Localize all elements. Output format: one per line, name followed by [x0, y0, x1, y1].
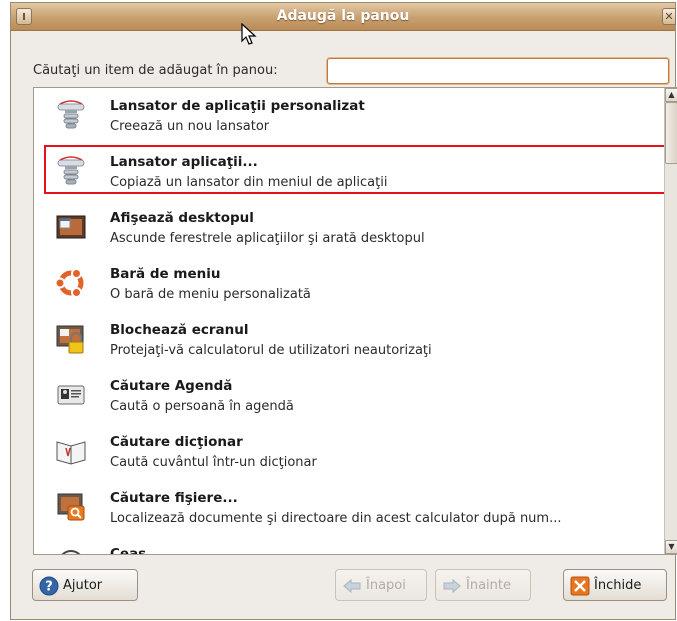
window-title: Adaugă la panou: [276, 8, 410, 24]
scroll-down-arrow-icon[interactable]: ▼: [665, 540, 677, 554]
close-icon: [570, 576, 590, 596]
mouse-cursor-icon: [241, 23, 257, 45]
applet-list[interactable]: Lansator de aplicaţii personalizat Creea…: [33, 87, 677, 555]
close-button-label: Închide: [594, 577, 642, 593]
dictionary-icon: [56, 441, 86, 465]
item-description: Ascunde ferestrele aplicaţiilor şi arată…: [110, 231, 425, 246]
help-button[interactable]: ? Ajutor: [32, 569, 138, 601]
address-book-icon: [57, 385, 85, 405]
scroll-up-arrow-icon[interactable]: ▲: [665, 88, 677, 102]
lock-screen-icon: [56, 325, 84, 354]
back-arrow-icon: [343, 578, 361, 594]
search-input[interactable]: [327, 58, 669, 84]
help-icon: ?: [39, 576, 59, 596]
show-desktop-icon: [56, 215, 86, 239]
search-label: Căutaţi un item de adăugat în panou:: [33, 63, 278, 78]
item-description: Creează un nou lansator: [110, 119, 270, 134]
search-row: Căutaţi un item de adăugat în panou:: [11, 58, 675, 86]
help-button-label: Ajutor: [63, 577, 103, 593]
scrollbar-thumb[interactable]: [665, 102, 677, 164]
item-description: O bară de meniu personalizată: [110, 287, 311, 302]
launcher-icon: [57, 100, 85, 129]
item-description: Localizează documente şi directoare din …: [110, 511, 562, 526]
close-button[interactable]: Închide: [563, 569, 667, 601]
forward-arrow-icon: [443, 578, 461, 594]
item-name: Căutare Agendă: [110, 378, 233, 394]
list-item[interactable]: Bară de meniu O bară de meniu personaliz…: [34, 258, 664, 314]
list-item[interactable]: Blochează ecranul Protejaţi-vă calculato…: [34, 314, 664, 370]
list-item[interactable]: Lansator de aplicaţii personalizat Creea…: [34, 90, 664, 146]
list-item[interactable]: Ceas: [34, 538, 664, 555]
forward-button[interactable]: Înainte: [435, 569, 531, 601]
highlight-annotation: [44, 145, 668, 194]
title-bar[interactable]: Adaugă la panou ✕: [11, 3, 676, 31]
list-item[interactable]: Căutare dicţionar Caută cuvântul într-un…: [34, 426, 664, 482]
list-item[interactable]: Afişează desktopul Ascunde ferestrele ap…: [34, 202, 664, 258]
search-files-icon: [57, 493, 85, 521]
ubuntu-logo-icon: [54, 268, 84, 298]
item-name: Ceas: [110, 546, 147, 555]
back-button[interactable]: Înapoi: [335, 569, 427, 601]
item-description: Caută cuvântul într-un dicţionar: [110, 455, 317, 470]
item-name: Căutare fişiere...: [110, 490, 238, 506]
item-name: Afişează desktopul: [110, 210, 254, 226]
item-description: Protejaţi-vă calculatorul de utilizatori…: [110, 343, 432, 358]
window-close-button[interactable]: ✕: [662, 8, 676, 25]
add-to-panel-dialog: Adaugă la panou ✕ Căutaţi un item de adă…: [10, 2, 677, 620]
forward-button-label: Înainte: [466, 577, 511, 593]
item-name: Blochează ecranul: [110, 322, 249, 338]
svg-text:?: ?: [45, 580, 53, 595]
item-name: Bară de meniu: [110, 266, 221, 282]
item-description: Caută o persoană în agendă: [110, 399, 294, 414]
list-item[interactable]: Căutare fişiere... Localizează documente…: [34, 482, 664, 538]
vertical-scrollbar[interactable]: ▲ ▼: [664, 88, 677, 554]
back-button-label: Înapoi: [366, 577, 406, 593]
list-item[interactable]: Căutare Agendă Caută o persoană în agend…: [34, 370, 664, 426]
clock-icon: [61, 550, 81, 554]
item-name: Căutare dicţionar: [110, 434, 243, 450]
item-name: Lansator de aplicaţii personalizat: [110, 98, 365, 114]
